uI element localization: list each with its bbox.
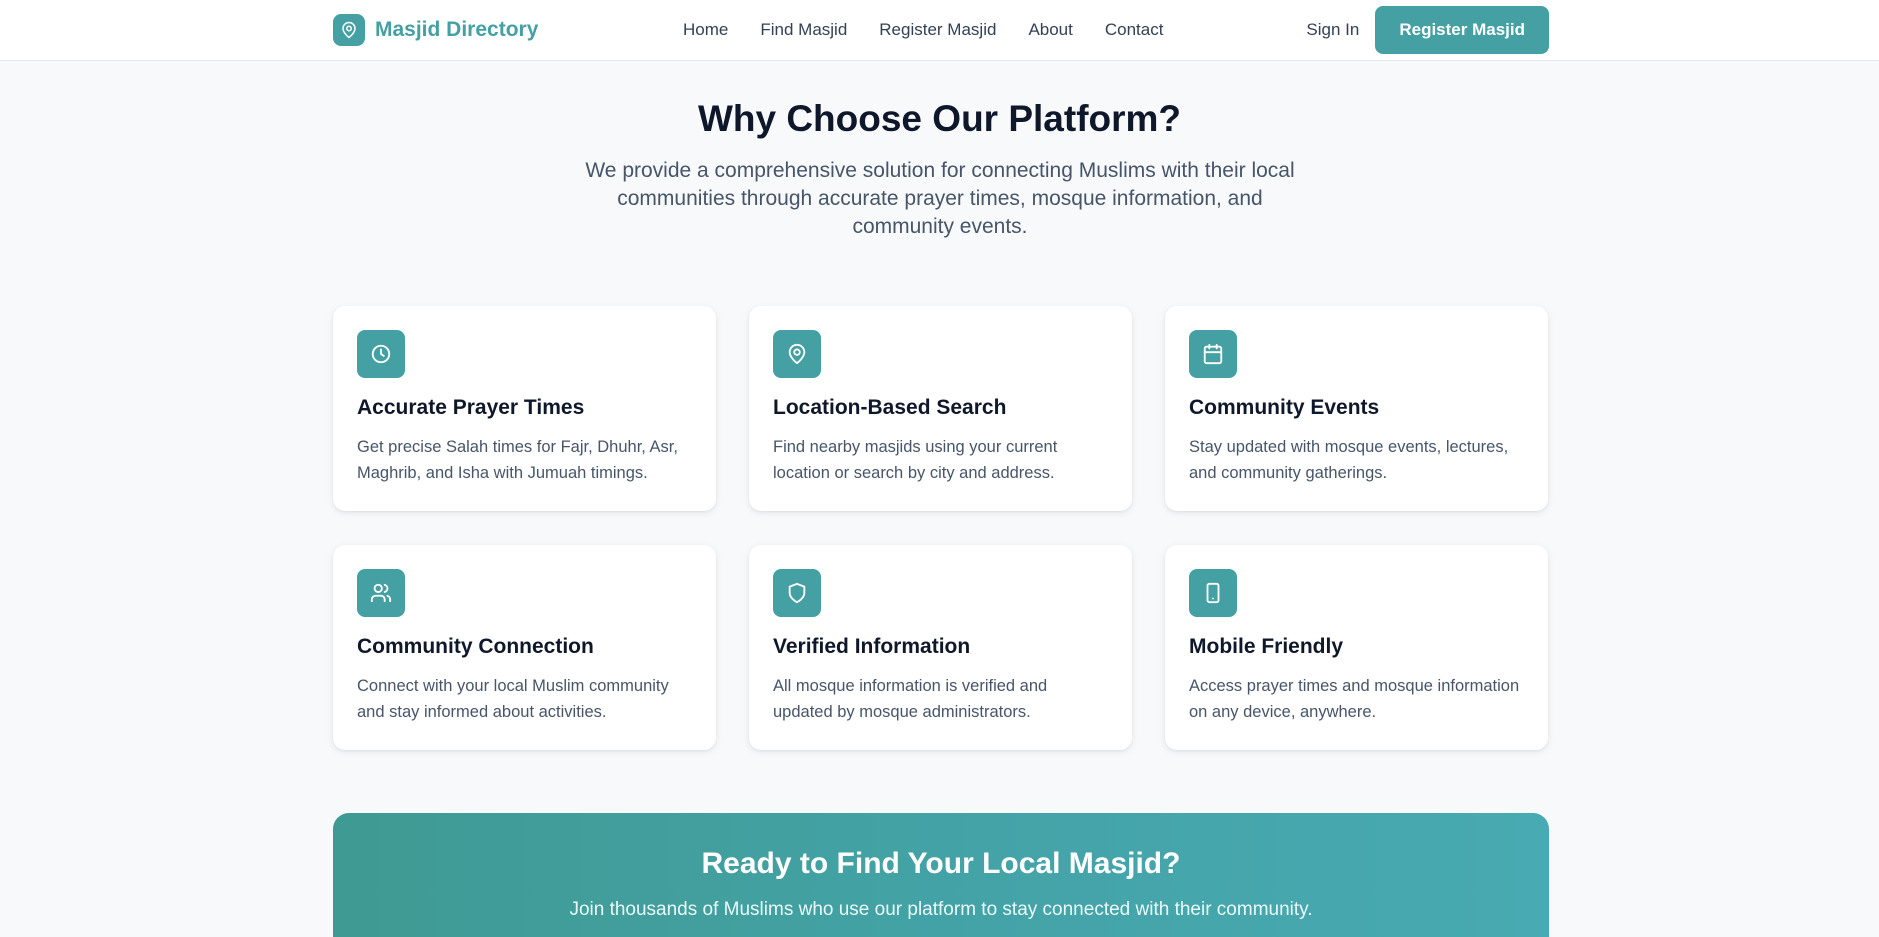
card-title: Mobile Friendly bbox=[1189, 635, 1344, 658]
feature-card-community-connection: Community Connection Connect with your l… bbox=[333, 545, 716, 750]
users-icon bbox=[357, 569, 405, 617]
card-description: Access prayer times and mosque informati… bbox=[1189, 677, 1520, 721]
card-title: Community Events bbox=[1189, 396, 1380, 419]
brand-logo-link[interactable]: Masjid Directory bbox=[333, 14, 538, 46]
cta-banner: Ready to Find Your Local Masjid? Join th… bbox=[333, 813, 1549, 937]
calendar-icon bbox=[1189, 330, 1237, 378]
feature-card-community-events: Community Events Stay updated with mosqu… bbox=[1165, 306, 1548, 511]
feature-card-location-search: Location-Based Search Find nearby masjid… bbox=[749, 306, 1132, 511]
section-title: Why Choose Our Platform? bbox=[697, 98, 1182, 139]
nav-link-contact[interactable]: Contact bbox=[1105, 20, 1164, 40]
feature-cards-grid: Accurate Prayer Times Get precise Salah … bbox=[333, 306, 1549, 750]
map-pin-icon bbox=[773, 330, 821, 378]
card-description: All mosque information is verified and u… bbox=[773, 677, 1048, 721]
nav-link-find-masjid[interactable]: Find Masjid bbox=[760, 20, 847, 40]
nav-link-about[interactable]: About bbox=[1028, 20, 1072, 40]
main-nav: Home Find Masjid Register Masjid About C… bbox=[683, 0, 1195, 60]
nav-actions: Sign In Register Masjid bbox=[1306, 0, 1549, 60]
map-pin-icon bbox=[333, 14, 365, 46]
cta-title: Ready to Find Your Local Masjid? bbox=[701, 847, 1181, 880]
brand-name: Masjid Directory bbox=[375, 18, 539, 41]
section-subtitle: We provide a comprehensive solution for … bbox=[585, 159, 1295, 238]
feature-card-mobile-friendly: Mobile Friendly Access prayer times and … bbox=[1165, 545, 1548, 750]
register-masjid-button[interactable]: Register Masjid bbox=[1375, 6, 1549, 54]
card-title: Location-Based Search bbox=[773, 396, 1007, 419]
card-title: Community Connection bbox=[357, 635, 594, 658]
shield-icon bbox=[773, 569, 821, 617]
card-description: Connect with your local Muslim community… bbox=[357, 677, 669, 721]
nav-link-home[interactable]: Home bbox=[683, 20, 728, 40]
navbar-inner: Masjid Directory Home Find Masjid Regist… bbox=[333, 0, 1549, 60]
feature-card-prayer-times: Accurate Prayer Times Get precise Salah … bbox=[333, 306, 716, 511]
card-title: Verified Information bbox=[773, 635, 971, 658]
cta-subtitle: Join thousands of Muslims who use our pl… bbox=[569, 899, 1313, 920]
nav-link-register-masjid[interactable]: Register Masjid bbox=[879, 20, 996, 40]
card-title: Accurate Prayer Times bbox=[357, 396, 585, 419]
card-description: Get precise Salah times for Fajr, Dhuhr,… bbox=[357, 438, 678, 482]
top-navbar: Masjid Directory Home Find Masjid Regist… bbox=[0, 0, 1879, 61]
clock-icon bbox=[357, 330, 405, 378]
sign-in-link[interactable]: Sign In bbox=[1306, 20, 1359, 40]
card-description: Stay updated with mosque events, lecture… bbox=[1189, 438, 1509, 482]
card-description: Find nearby masjids using your current l… bbox=[773, 438, 1058, 482]
feature-card-verified-info: Verified Information All mosque informat… bbox=[749, 545, 1132, 750]
smartphone-icon bbox=[1189, 569, 1237, 617]
